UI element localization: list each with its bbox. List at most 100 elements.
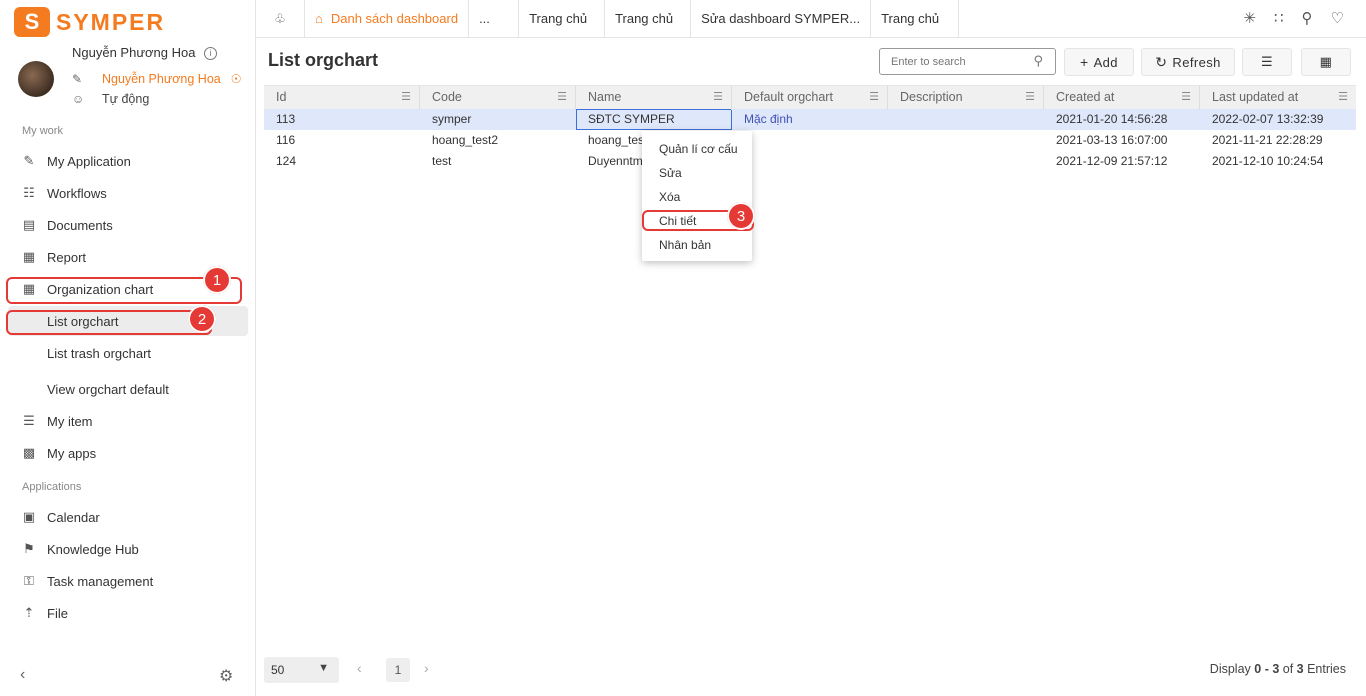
filter-icon[interactable]: ☰ bbox=[401, 86, 411, 109]
menu-item-sua[interactable]: Sửa bbox=[642, 162, 752, 184]
column-header-name[interactable]: Name ☰ bbox=[576, 86, 732, 110]
role-name: Nguyễn Phương Hoa bbox=[102, 72, 221, 86]
tab-sua-dashboard[interactable]: Sửa dashboard SYMPER... bbox=[691, 0, 872, 38]
add-label: Add bbox=[1093, 54, 1118, 70]
cell-code[interactable]: symper bbox=[420, 109, 576, 130]
filter-icon[interactable]: ☰ bbox=[1181, 86, 1191, 109]
mode-row[interactable]: ☺ Tự động bbox=[72, 92, 149, 106]
menu-item-quan-li-co-cau[interactable]: Quản lí cơ cấu bbox=[642, 138, 752, 160]
cell-id[interactable]: 124 bbox=[264, 151, 420, 172]
pin-icon[interactable]: ♧ bbox=[256, 11, 304, 27]
cell-default-orgchart[interactable] bbox=[732, 130, 888, 151]
search-icon[interactable]: ⚲ bbox=[1302, 9, 1313, 27]
column-label: Default orgchart bbox=[744, 90, 833, 104]
shield-icon: ☉ bbox=[230, 72, 242, 86]
page-number-button[interactable]: 1 bbox=[386, 658, 410, 682]
sidebar-item-documents[interactable]: ▤ Documents bbox=[8, 210, 248, 240]
column-header-id[interactable]: Id ☰ bbox=[264, 86, 420, 110]
cell-created-at[interactable]: 2021-12-09 21:57:12 bbox=[1044, 151, 1200, 172]
cell-default-orgchart[interactable]: Mặc định bbox=[732, 109, 888, 130]
sparkle-icon[interactable]: ✳ bbox=[1243, 9, 1256, 27]
column-header-created-at[interactable]: Created at ☰ bbox=[1044, 86, 1200, 110]
cell-default-orgchart[interactable] bbox=[732, 151, 888, 172]
sidebar: S SYMPER Nguyễn Phương Hoa i ✎ Nguyễn Ph… bbox=[0, 0, 256, 696]
table-row[interactable]: 124 test Duyenntm 2021-12-09 21:57:12 20… bbox=[264, 151, 1356, 172]
sidebar-item-list-trash-orgchart[interactable]: List trash orgchart bbox=[8, 338, 248, 368]
table-settings-button[interactable]: ▦ bbox=[1301, 48, 1351, 76]
cell-id[interactable]: 113 bbox=[264, 109, 420, 130]
logo-text: SYMPER bbox=[56, 8, 166, 35]
sidebar-item-label: My apps bbox=[47, 445, 97, 461]
add-button[interactable]: + Add bbox=[1064, 48, 1134, 76]
sidebar-item-label: Calendar bbox=[47, 509, 100, 525]
sidebar-item-my-apps[interactable]: ▩ My apps bbox=[8, 438, 248, 468]
cell-description[interactable] bbox=[888, 109, 1044, 130]
column-header-default-orgchart[interactable]: Default orgchart ☰ bbox=[732, 86, 888, 110]
filter-icon[interactable]: ☰ bbox=[1338, 86, 1348, 109]
tab-trang-chu-3[interactable]: Trang chủ bbox=[871, 0, 960, 38]
menu-item-nhan-ban[interactable]: Nhân bản bbox=[642, 234, 752, 256]
filter-icon[interactable]: ☰ bbox=[557, 86, 567, 109]
sidebar-item-my-item[interactable]: ☰ My item bbox=[8, 406, 248, 436]
chevron-right-icon[interactable]: › bbox=[424, 660, 429, 676]
column-header-last-updated-at[interactable]: Last updated at ☰ bbox=[1200, 86, 1356, 110]
cell-created-at[interactable]: 2021-01-20 14:56:28 bbox=[1044, 109, 1200, 130]
avatar[interactable] bbox=[18, 61, 54, 97]
role-row[interactable]: ✎ Nguyễn Phương Hoa ☉ bbox=[72, 72, 242, 86]
filter-icon[interactable]: ☰ bbox=[713, 86, 723, 109]
cell-description[interactable] bbox=[888, 151, 1044, 172]
filter-icon[interactable]: ☰ bbox=[869, 86, 879, 109]
page-title: List orgchart bbox=[268, 50, 379, 70]
cell-code[interactable]: test bbox=[420, 151, 576, 172]
cell-id[interactable]: 116 bbox=[264, 130, 420, 151]
sidebar-item-knowledge-hub[interactable]: ⚑ Knowledge Hub bbox=[8, 534, 248, 564]
display-prefix: Display bbox=[1209, 662, 1255, 676]
sidebar-item-calendar[interactable]: ▣ Calendar bbox=[8, 502, 248, 532]
sidebar-item-label: File bbox=[47, 605, 68, 621]
tab-label: Sửa dashboard SYMPER... bbox=[701, 11, 861, 26]
grid-menu-icon[interactable]: ∷ bbox=[1274, 9, 1284, 27]
cell-name[interactable]: SĐTC SYMPER bbox=[576, 109, 732, 130]
apps-icon: ▩ bbox=[22, 445, 36, 460]
tab-trang-chu-1[interactable]: Trang chủ bbox=[519, 0, 606, 38]
cell-last-updated-at[interactable]: 2022-02-07 13:32:39 bbox=[1200, 109, 1356, 130]
tab-danh-sach-dashboard[interactable]: ⌂ Danh sách dashboard bbox=[304, 0, 470, 38]
filter-icon[interactable]: ☰ bbox=[1025, 86, 1035, 109]
bell-icon[interactable]: ♡ bbox=[1331, 9, 1344, 27]
column-header-code[interactable]: Code ☰ bbox=[420, 86, 576, 110]
search-icon[interactable]: ⚲ bbox=[1033, 53, 1043, 69]
cell-code[interactable]: hoang_test2 bbox=[420, 130, 576, 151]
cell-created-at[interactable]: 2021-03-13 16:07:00 bbox=[1044, 130, 1200, 151]
cell-last-updated-at[interactable]: 2021-11-21 22:28:29 bbox=[1200, 130, 1356, 151]
column-label: Description bbox=[900, 90, 963, 104]
sidebar-item-task-management[interactable]: ⚿ Task management bbox=[8, 566, 248, 596]
column-header-description[interactable]: Description ☰ bbox=[888, 86, 1044, 110]
page-size-select[interactable]: 50 ▼ bbox=[264, 657, 339, 683]
cell-description[interactable] bbox=[888, 130, 1044, 151]
sidebar-item-view-orgchart-default[interactable]: View orgchart default bbox=[8, 374, 248, 404]
sidebar-item-label: My item bbox=[47, 413, 93, 429]
filter-button[interactable]: ☰ bbox=[1242, 48, 1292, 76]
tab-more[interactable]: ... bbox=[469, 0, 520, 38]
table-row[interactable]: 113 symper SĐTC SYMPER Mặc định 2021-01-… bbox=[264, 109, 1356, 130]
table-row[interactable]: 116 hoang_test2 hoang_tes 2021-03-13 16:… bbox=[264, 130, 1356, 151]
chevron-left-icon[interactable]: ‹ bbox=[357, 660, 362, 676]
refresh-button[interactable]: ↻ Refresh bbox=[1141, 48, 1235, 76]
info-icon[interactable]: i bbox=[204, 47, 217, 60]
sidebar-item-label: Organization chart bbox=[47, 281, 154, 297]
cell-last-updated-at[interactable]: 2021-12-10 10:24:54 bbox=[1200, 151, 1356, 172]
collapse-sidebar-icon[interactable]: ‹ bbox=[20, 666, 25, 684]
page-size-value: 50 bbox=[271, 663, 285, 677]
lock-icon: ⚿ bbox=[24, 573, 34, 588]
gear-icon[interactable]: ⚙ bbox=[219, 666, 233, 686]
column-label: Code bbox=[432, 90, 462, 104]
search-input[interactable] bbox=[891, 55, 1021, 68]
sidebar-item-my-application[interactable]: ✎ My Application bbox=[8, 146, 248, 176]
caret-down-icon: ▼ bbox=[318, 662, 329, 674]
sidebar-item-file[interactable]: ⇡ File bbox=[8, 598, 248, 628]
tab-trang-chu-2[interactable]: Trang chủ bbox=[605, 0, 692, 38]
search-box[interactable]: ⚲ bbox=[879, 48, 1056, 75]
logo[interactable]: S SYMPER bbox=[14, 7, 165, 37]
sidebar-item-label: Documents bbox=[47, 217, 113, 233]
sidebar-item-workflows[interactable]: ☷ Workflows bbox=[8, 178, 248, 208]
